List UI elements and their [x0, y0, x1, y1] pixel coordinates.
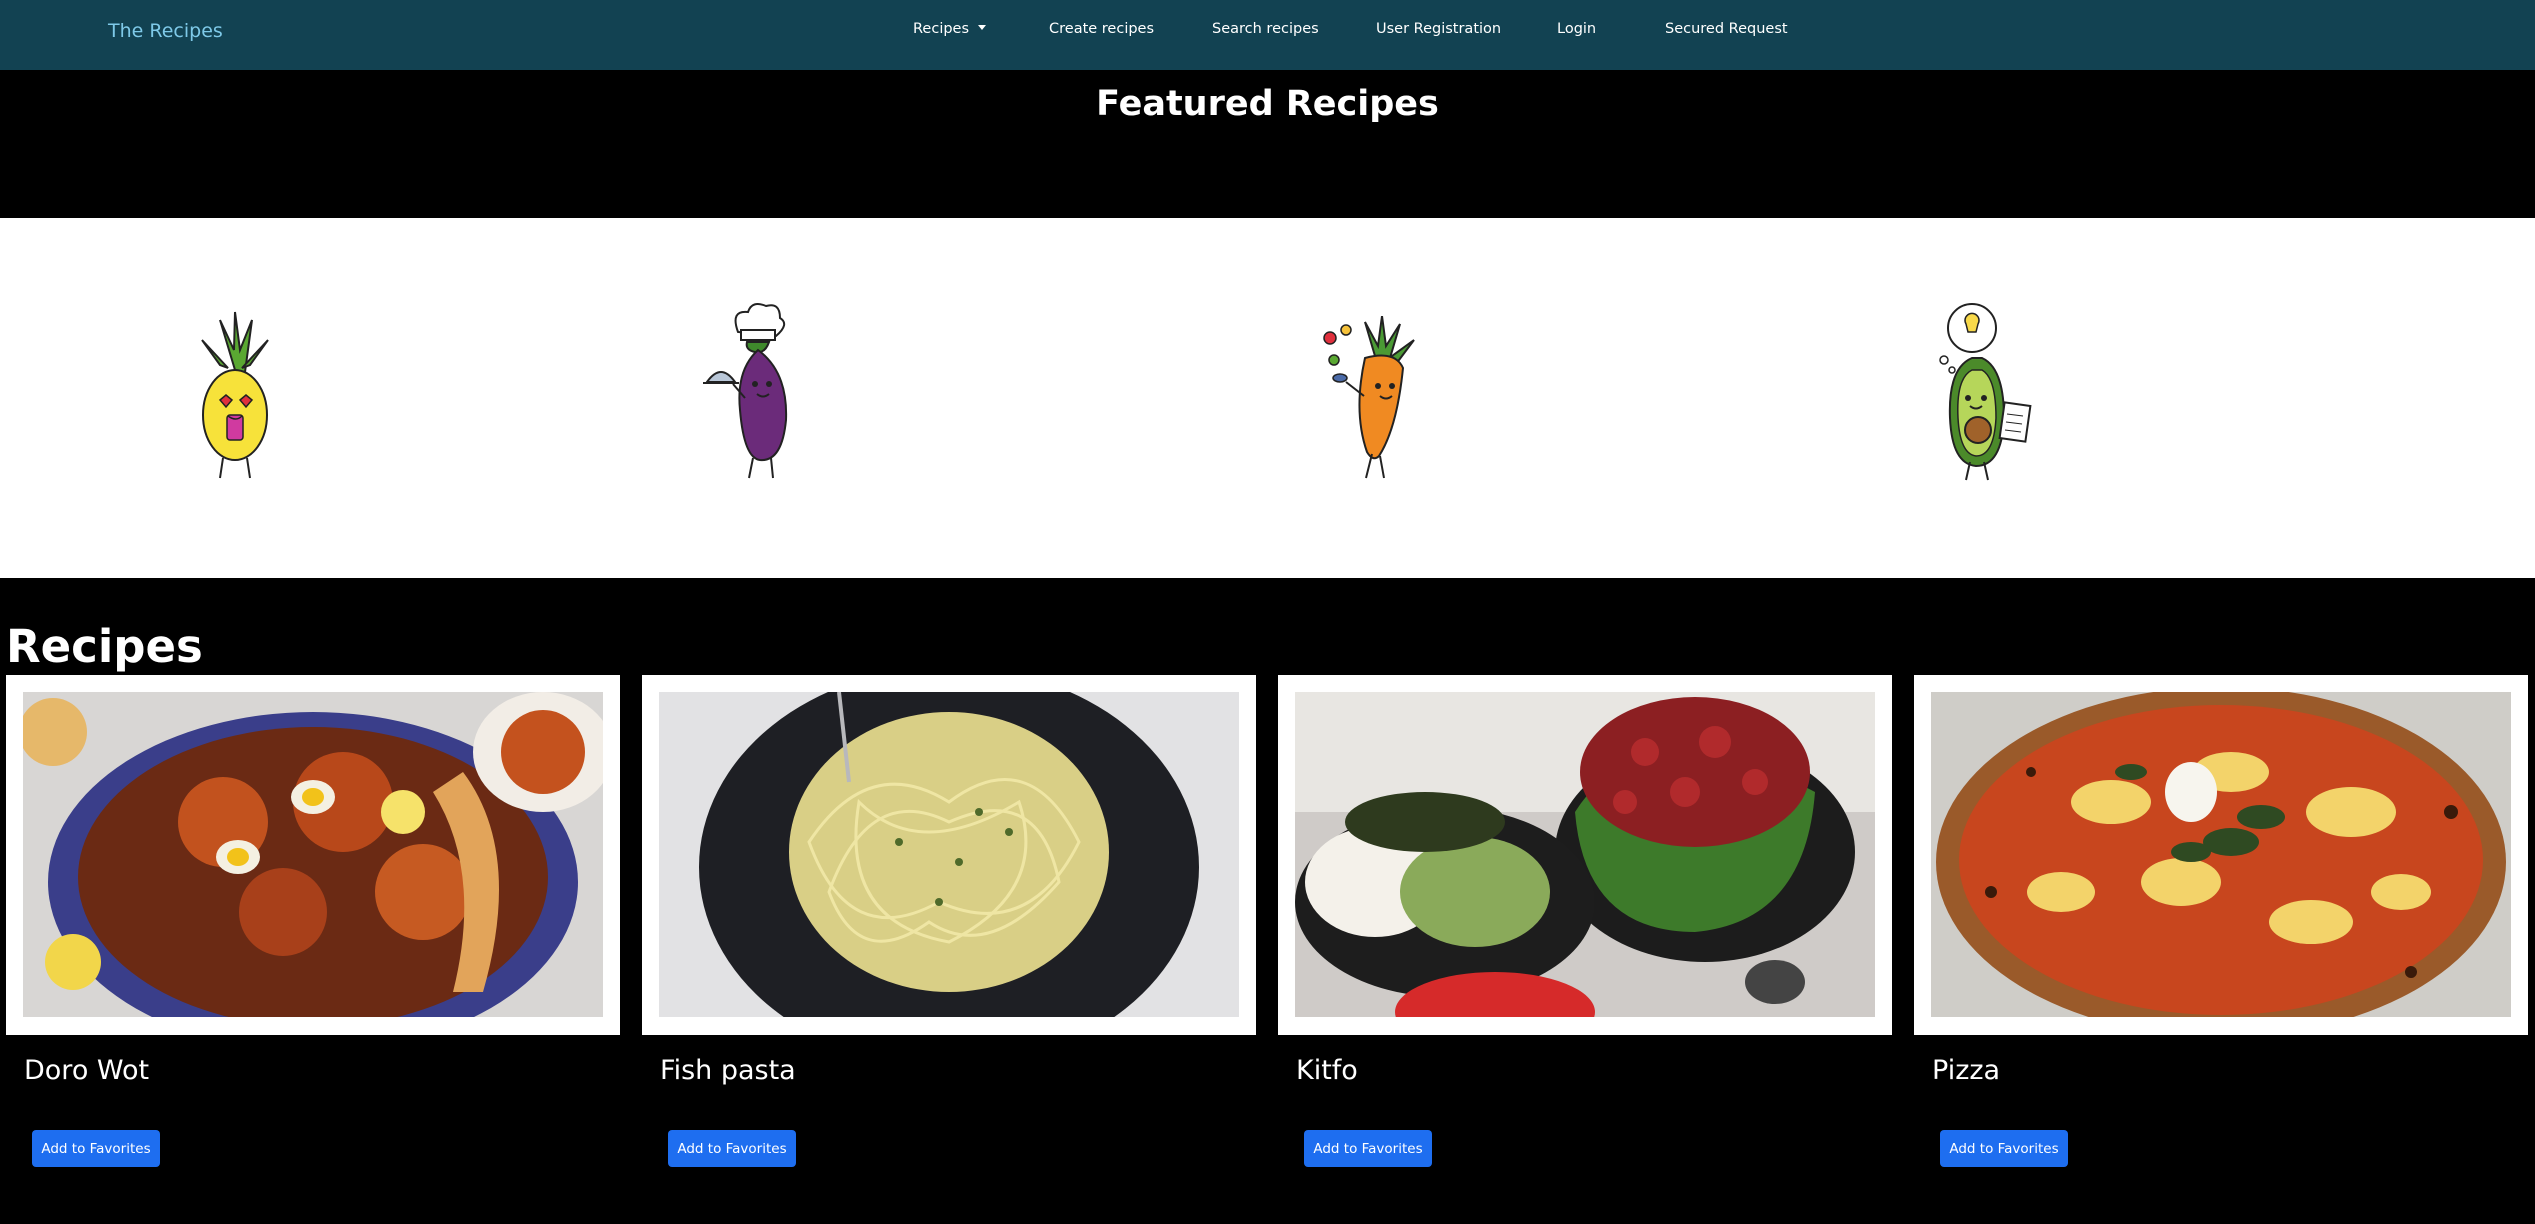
avocado-idea-mascot-icon: [1939, 303, 2032, 481]
recipe-card: Pizza Add to Favorites: [1914, 675, 2528, 1167]
doro-wot-image: [23, 692, 603, 1017]
recipe-image-frame: [6, 675, 620, 1035]
recipe-title: Fish pasta: [660, 1055, 796, 1086]
recipe-card: Kitfo Add to Favorites: [1278, 675, 1892, 1167]
featured-title: Featured Recipes: [1096, 84, 1439, 124]
recipes-heading: Recipes: [6, 620, 203, 673]
nav-item-secured-request[interactable]: Secured Request: [1665, 21, 1788, 37]
nav-item-create-recipes[interactable]: Create recipes: [1049, 21, 1154, 37]
top-navbar: The Recipes Recipes Create recipes Searc…: [0, 0, 2535, 70]
add-to-favorites-button[interactable]: Add to Favorites: [668, 1130, 796, 1167]
pizza-image: [1931, 692, 2511, 1017]
add-to-favorites-button[interactable]: Add to Favorites: [1940, 1130, 2068, 1167]
doro-wot-photo[interactable]: [23, 692, 603, 1017]
kitfo-image: [1295, 692, 1875, 1017]
pizza-photo[interactable]: [1931, 692, 2511, 1017]
brand-link[interactable]: The Recipes: [108, 20, 223, 42]
fish-pasta-photo[interactable]: [659, 692, 1239, 1017]
recipe-title: Kitfo: [1296, 1055, 1358, 1086]
fish-pasta-image: [659, 692, 1239, 1017]
add-to-favorites-button[interactable]: Add to Favorites: [32, 1130, 160, 1167]
recipe-title: Doro Wot: [24, 1055, 150, 1086]
recipe-image-frame: [642, 675, 1256, 1035]
nav-item-label: Recipes: [913, 21, 970, 37]
caret-down-icon: [978, 25, 987, 30]
recipe-image-frame: [1278, 675, 1892, 1035]
kitfo-photo[interactable]: [1295, 692, 1875, 1017]
pineapple-mascot-icon: [201, 311, 269, 479]
carrot-mascot-icon: [1323, 316, 1415, 479]
recipe-card: Doro Wot Add to Favorites: [6, 675, 620, 1167]
recipe-title: Pizza: [1932, 1055, 2001, 1086]
nav-item-search-recipes[interactable]: Search recipes: [1212, 21, 1319, 37]
recipe-card: Fish pasta Add to Favorites: [642, 675, 1256, 1167]
nav-item-recipes-dropdown[interactable]: Recipes: [913, 21, 987, 37]
nav-item-login[interactable]: Login: [1557, 21, 1596, 37]
add-to-favorites-button[interactable]: Add to Favorites: [1304, 1130, 1432, 1167]
featured-mascot-band: [0, 218, 2535, 578]
recipe-image-frame: [1914, 675, 2528, 1035]
nav-item-user-registration[interactable]: User Registration: [1376, 21, 1501, 37]
eggplant-chef-mascot-icon: [703, 303, 788, 479]
